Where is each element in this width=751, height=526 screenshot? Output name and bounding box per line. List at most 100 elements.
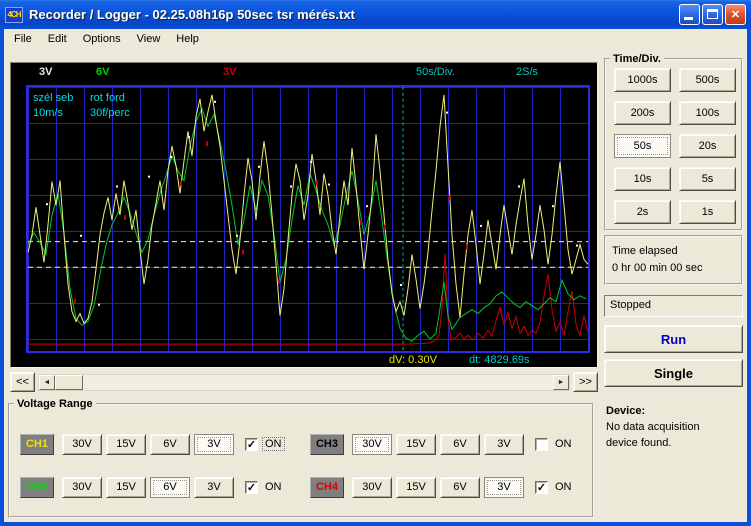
range-button-ch2-3v[interactable]: 3V	[194, 476, 234, 498]
ch2-annotation: rot ford 30f/perc	[90, 92, 130, 119]
channel-row-ch2: CH2 30V 15V 6V 3V ✓ ON	[20, 475, 284, 499]
sample-dot	[236, 234, 238, 237]
app-icon: 4CH	[5, 6, 23, 23]
range-button-ch2-30v[interactable]: 30V	[62, 476, 102, 498]
range-button-ch3-3v[interactable]: 3V	[484, 433, 524, 455]
scroll-track[interactable]	[83, 375, 553, 390]
on-checkbox-ch1[interactable]: ✓	[245, 437, 258, 451]
range-button-ch4-30v[interactable]: 30V	[352, 476, 392, 498]
trace-overlap-mark	[278, 279, 280, 285]
device-title: Device:	[606, 405, 646, 417]
range-button-ch4-3v[interactable]: 3V	[484, 476, 524, 498]
timediv-button-5s[interactable]: 5s	[679, 167, 736, 191]
sample-dot	[518, 185, 520, 188]
range-button-ch1-3v[interactable]: 3V	[194, 433, 234, 455]
menu-item-help[interactable]: Help	[168, 31, 207, 47]
on-checkbox-ch3[interactable]	[535, 437, 548, 451]
range-button-ch4-15v[interactable]: 15V	[396, 476, 436, 498]
ch4-scale-label: 3V	[223, 66, 237, 78]
title-bar[interactable]: 4CH Recorder / Logger - 02.25.08h16p 50s…	[0, 0, 751, 29]
timebase-label: 50s/Div.	[416, 66, 455, 78]
range-button-ch1-15v[interactable]: 15V	[106, 433, 146, 455]
horizontal-scrollbar[interactable]: ◄ ►	[38, 373, 570, 391]
time-elapsed-title: Time elapsed	[612, 245, 678, 257]
voltage-range-title: Voltage Range	[17, 398, 93, 410]
page-left-button[interactable]: <<	[10, 372, 35, 392]
menu-item-edit[interactable]: Edit	[40, 31, 75, 47]
sample-dot	[290, 185, 292, 188]
timediv-button-1000s[interactable]: 1000s	[614, 68, 671, 92]
range-button-ch3-15v[interactable]: 15V	[396, 433, 436, 455]
channel-row-ch4: CH4 30V 15V 6V 3V ✓ ON	[310, 475, 574, 499]
timediv-button-200s[interactable]: 200s	[614, 101, 671, 125]
sample-dot	[400, 284, 402, 286]
sample-dot	[480, 224, 482, 227]
delta-time-readout: dt: 4829.69s	[469, 354, 530, 366]
page-right-button[interactable]: >>	[573, 372, 598, 392]
range-button-ch1-30v[interactable]: 30V	[62, 433, 102, 455]
minimize-button[interactable]	[679, 4, 700, 25]
trace-ch1	[28, 94, 588, 325]
range-button-ch3-30v[interactable]: 30V	[352, 433, 392, 455]
status-box: Stopped	[604, 295, 743, 317]
range-button-ch1-6v[interactable]: 6V	[150, 433, 190, 455]
time-div-group: Time/Div. 1000s 500s 200s 100s 50s 20s 10s 5s 2s…	[604, 53, 743, 231]
single-button[interactable]: Single	[604, 359, 743, 387]
channel-label-ch3: CH3	[310, 433, 344, 455]
on-label-ch4: ON	[555, 481, 572, 493]
range-button-ch2-15v[interactable]: 15V	[106, 476, 146, 498]
trace-overlap-mark	[242, 249, 244, 255]
timediv-button-50s[interactable]: 50s	[614, 134, 671, 158]
range-button-ch4-6v[interactable]: 6V	[440, 476, 480, 498]
scroll-left-arrow[interactable]: ◄	[39, 374, 55, 390]
on-checkbox-ch2[interactable]: ✓	[245, 480, 258, 494]
timediv-button-100s[interactable]: 100s	[679, 101, 736, 125]
sample-dot	[46, 203, 48, 206]
sample-dot	[366, 205, 368, 208]
sample-dot	[328, 183, 330, 186]
timediv-button-1s[interactable]: 1s	[679, 200, 736, 224]
waveform-traces	[28, 87, 588, 351]
trace-ch2	[28, 107, 587, 342]
timediv-button-500s[interactable]: 500s	[679, 68, 736, 92]
sample-dot	[188, 136, 190, 139]
trace-overlap-mark	[316, 180, 318, 186]
maximize-button[interactable]	[702, 4, 723, 25]
channel-label-ch2: CH2	[20, 476, 54, 498]
close-button[interactable]: ✕	[725, 4, 746, 25]
menu-item-options[interactable]: Options	[75, 31, 129, 47]
menu-item-file[interactable]: File	[6, 31, 40, 47]
timediv-button-10s[interactable]: 10s	[614, 167, 671, 191]
trace-overlap-mark	[180, 180, 182, 186]
channel-label-ch1: CH1	[20, 433, 54, 455]
time-div-title: Time/Div.	[613, 53, 661, 65]
time-elapsed-box: Time elapsed 0 hr 00 min 00 sec	[604, 235, 743, 285]
app-window: 4CH Recorder / Logger - 02.25.08h16p 50s…	[0, 0, 751, 526]
waveform-plot[interactable]: szél seb 10m/s rot ford 30f/perc	[26, 85, 590, 353]
trace-overlap-mark	[124, 215, 126, 220]
trace-overlap-mark	[466, 244, 468, 250]
device-status-line1: No data acquisition	[606, 421, 700, 433]
on-label-ch3: ON	[555, 438, 572, 450]
scroll-right-arrow[interactable]: ►	[553, 374, 569, 390]
scroll-thumb[interactable]	[55, 374, 83, 390]
range-button-ch2-6v[interactable]: 6V	[150, 476, 190, 498]
trace-overlap-mark	[74, 298, 76, 304]
window-title: Recorder / Logger - 02.25.08h16p 50sec t…	[29, 7, 355, 22]
menu-bar: File Edit Options View Help	[4, 29, 747, 49]
range-button-ch3-6v[interactable]: 6V	[440, 433, 480, 455]
minimize-icon	[684, 17, 693, 20]
on-label-ch1: ON	[262, 437, 285, 451]
menu-item-view[interactable]: View	[129, 31, 169, 47]
channel-row-ch3: CH3 30V 15V 6V 3V ON	[310, 432, 574, 456]
scope-display: 3V 6V 3V 50s/Div. 2S/s szél seb 10m/s ro…	[10, 62, 598, 368]
time-elapsed-value: 0 hr 00 min 00 sec	[612, 262, 703, 274]
trace-overlap-mark	[448, 195, 450, 201]
run-button[interactable]: Run	[604, 325, 743, 353]
timediv-button-2s[interactable]: 2s	[614, 200, 671, 224]
client-area: File Edit Options View Help 3V 6V 3V 50s/Div…	[4, 29, 747, 522]
on-checkbox-ch4[interactable]: ✓	[535, 480, 548, 494]
ch2-scale-label: 6V	[96, 66, 110, 78]
timediv-button-20s[interactable]: 20s	[679, 134, 736, 158]
sample-dot	[258, 165, 260, 168]
